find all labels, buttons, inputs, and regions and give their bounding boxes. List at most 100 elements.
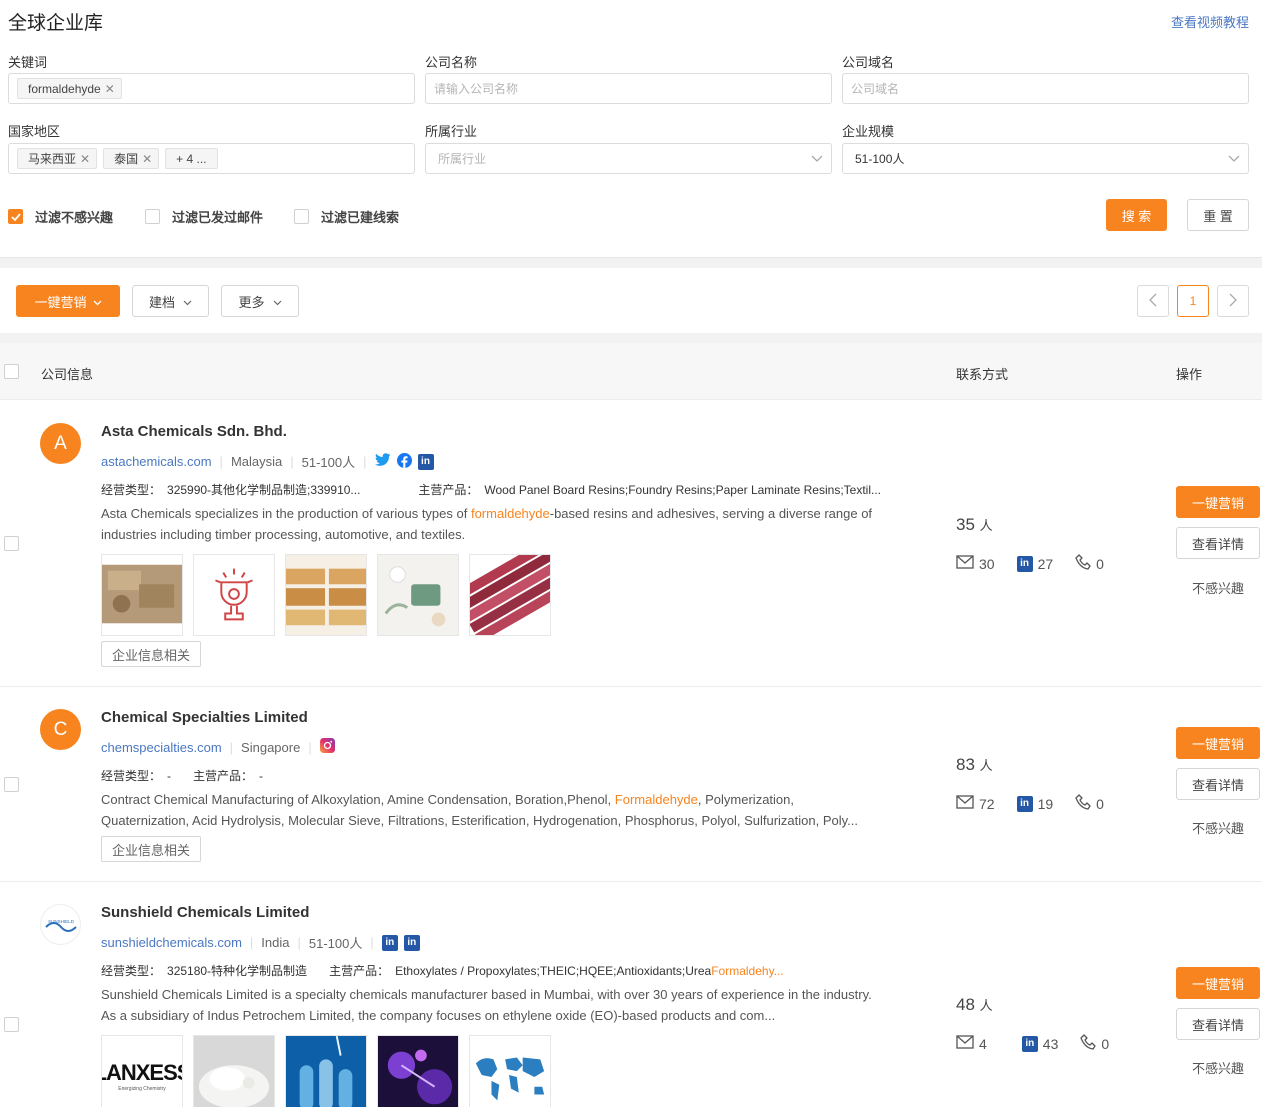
- one-click-marketing-button[interactable]: 一键营销: [1176, 967, 1260, 999]
- company-domain[interactable]: sunshieldchemicals.com: [101, 935, 242, 950]
- not-interested-link[interactable]: 不感兴趣: [1192, 578, 1244, 597]
- business-info: 经营类型： 325990-其他化学制品制造;339910... 主营产品： Wo…: [101, 481, 881, 498]
- product-image-world-map[interactable]: [469, 1035, 551, 1107]
- linkedin-icon: in: [1021, 1035, 1038, 1052]
- avatar: C: [40, 709, 81, 750]
- company-info-tag[interactable]: 企业信息相关: [101, 836, 202, 862]
- country-tag-text: 泰国: [114, 152, 139, 166]
- row-checkbox[interactable]: [4, 777, 19, 792]
- view-details-button[interactable]: 查看详情: [1176, 768, 1260, 800]
- email-stat[interactable]: 30: [956, 555, 995, 572]
- linkedin-icon[interactable]: in: [403, 934, 420, 951]
- company-domain[interactable]: astachemicals.com: [101, 454, 212, 469]
- company-name[interactable]: Asta Chemicals Sdn. Bhd.: [101, 423, 287, 440]
- section-divider: [0, 257, 1262, 268]
- checkbox[interactable]: [145, 209, 160, 224]
- twitter-icon[interactable]: [374, 453, 391, 470]
- product-image-trophy[interactable]: [193, 554, 275, 636]
- product-image-molecules[interactable]: [377, 1035, 459, 1107]
- view-details-button[interactable]: 查看详情: [1176, 527, 1260, 559]
- product-image-lanxess[interactable]: LANXESS Energizing Chemistry: [101, 1035, 183, 1107]
- row-checkbox[interactable]: [4, 536, 19, 551]
- one-click-marketing-button[interactable]: 一键营销: [1176, 727, 1260, 759]
- archive-dropdown[interactable]: 建档: [132, 285, 209, 317]
- company-name[interactable]: Sunshield Chemicals Limited: [101, 904, 309, 921]
- size-value: 51-100人: [855, 152, 905, 166]
- reset-button[interactable]: 重 置: [1187, 199, 1249, 231]
- remove-tag-icon[interactable]: ✕: [142, 152, 152, 166]
- company-domain-input[interactable]: 公司域名: [842, 73, 1249, 104]
- filter-leads[interactable]: 过滤已建线索: [294, 207, 399, 226]
- linkedin-stat[interactable]: in 27: [1016, 555, 1053, 572]
- main-products-label: 主营产品：: [329, 964, 390, 978]
- linkedin-icon[interactable]: in: [417, 453, 434, 470]
- main-products: -: [259, 768, 264, 783]
- view-details-button[interactable]: 查看详情: [1176, 1008, 1260, 1040]
- country-label: 国家地区: [8, 124, 61, 139]
- email-stat[interactable]: 72: [956, 795, 995, 812]
- business-info: 经营类型： - 主营产品： -: [101, 767, 263, 784]
- linkedin-stat[interactable]: in 43: [1021, 1035, 1058, 1052]
- description-text: Asta Chemicals specializes in the produc…: [101, 506, 471, 521]
- search-button[interactable]: 搜 索: [1106, 199, 1167, 231]
- not-interested-link[interactable]: 不感兴趣: [1192, 1058, 1244, 1077]
- product-image-powder[interactable]: [193, 1035, 275, 1107]
- company-meta: sunshieldchemicals.com | India | 51-100人…: [101, 933, 420, 952]
- row-checkbox[interactable]: [4, 1017, 19, 1032]
- more-dropdown[interactable]: 更多: [221, 285, 299, 317]
- product-image-boards[interactable]: [285, 554, 367, 636]
- product-image-soap[interactable]: [377, 554, 459, 636]
- phone-stat[interactable]: 0: [1075, 794, 1104, 813]
- bulk-marketing-label: 一键营销: [34, 294, 87, 310]
- phone-stat[interactable]: 0: [1075, 554, 1104, 573]
- more-label: 更多: [238, 294, 265, 310]
- linkedin-stat[interactable]: in 19: [1016, 795, 1053, 812]
- keyword-input[interactable]: formaldehyde ✕: [8, 73, 415, 104]
- company-name-input[interactable]: 请输入公司名称: [425, 73, 832, 104]
- lanxess-tagline: Energizing Chemistry: [118, 1086, 166, 1092]
- company-info-tag[interactable]: 企业信息相关: [101, 641, 202, 667]
- filter-not-interested[interactable]: 过滤不感兴趣: [8, 207, 113, 226]
- email-stat[interactable]: 4: [956, 1035, 987, 1052]
- size-label: 企业规模: [842, 124, 895, 139]
- prev-page-button[interactable]: [1137, 285, 1169, 317]
- people-count: 48: [956, 995, 975, 1014]
- business-type: -: [167, 768, 172, 783]
- remove-tag-icon[interactable]: ✕: [80, 152, 90, 166]
- country-select[interactable]: 马来西亚 ✕ 泰国 ✕ + 4 ...: [8, 143, 415, 174]
- instagram-icon[interactable]: [319, 738, 335, 756]
- description-text: Contract Chemical Manufacturing of Alkox…: [101, 792, 615, 807]
- industry-label: 所属行业: [425, 124, 478, 139]
- linkedin-icon: in: [1016, 555, 1033, 572]
- table-row: SUNSHIELD Sunshield Chemicals Limited su…: [0, 882, 1262, 1107]
- country-more-tag[interactable]: + 4 ...: [165, 148, 218, 169]
- select-all-checkbox[interactable]: [4, 364, 19, 379]
- company-size: 51-100人: [301, 455, 356, 470]
- company-domain-label: 公司域名: [842, 55, 895, 70]
- separator: |: [290, 454, 294, 469]
- country-more-text: + 4 ...: [176, 151, 207, 166]
- industry-select[interactable]: 所属行业: [425, 143, 832, 174]
- company-domain[interactable]: chemspecialties.com: [101, 740, 222, 755]
- not-interested-link[interactable]: 不感兴趣: [1192, 818, 1244, 837]
- country-tag: 泰国 ✕: [103, 148, 160, 169]
- company-name-placeholder: 请输入公司名称: [434, 82, 519, 96]
- filter-emailed[interactable]: 过滤已发过邮件: [145, 207, 263, 226]
- video-tutorial-link[interactable]: 查看视频教程: [1171, 12, 1249, 31]
- size-select[interactable]: 51-100人: [842, 143, 1249, 174]
- bulk-marketing-button[interactable]: 一键营销: [16, 285, 120, 317]
- product-image-wood[interactable]: [101, 554, 183, 636]
- product-image-textiles[interactable]: [469, 554, 551, 636]
- phone-stat[interactable]: 0: [1080, 1034, 1109, 1053]
- product-image-labware[interactable]: [285, 1035, 367, 1107]
- facebook-icon[interactable]: [396, 452, 412, 471]
- checkbox-checked[interactable]: [8, 209, 23, 224]
- remove-tag-icon[interactable]: ✕: [105, 82, 115, 96]
- one-click-marketing-button[interactable]: 一键营销: [1176, 486, 1260, 518]
- checkbox[interactable]: [294, 209, 309, 224]
- linkedin-icon[interactable]: in: [381, 934, 398, 951]
- next-page-button[interactable]: [1217, 285, 1249, 317]
- company-country: India: [261, 935, 290, 950]
- company-name[interactable]: Chemical Specialties Limited: [101, 709, 308, 726]
- page-1-button[interactable]: 1: [1177, 285, 1209, 317]
